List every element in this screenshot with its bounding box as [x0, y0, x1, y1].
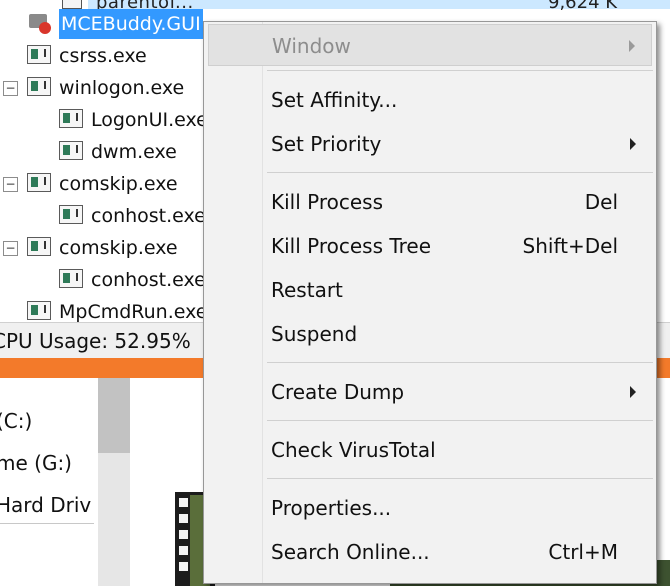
drive-label: (C:) — [0, 409, 33, 433]
menu-item-label: Search Online... — [271, 540, 430, 564]
process-name: csrss.exe — [59, 45, 147, 67]
menu-item-label: Restart — [271, 278, 343, 302]
menu-separator — [267, 172, 653, 173]
drive-item-hard-drive[interactable]: Hard Driv — [0, 487, 94, 524]
process-name: MpCmdRun.exe — [59, 301, 208, 322]
menu-item-shortcut: Del — [584, 190, 618, 214]
partial-process-name: parentof... — [96, 0, 194, 13]
process-name: comskip.exe — [59, 173, 178, 195]
process-name: winlogon.exe — [59, 77, 185, 99]
process-row-winlogon[interactable]: winlogon.exe — [59, 73, 184, 103]
menu-item-label: Suspend — [271, 322, 358, 346]
menu-item-kill-process-tree[interactable]: Kill Process Tree Shift+Del — [208, 225, 652, 267]
process-row-logonui[interactable]: LogonUI.exe — [91, 105, 208, 135]
submenu-arrow-icon — [629, 40, 635, 52]
drive-item-g[interactable]: me (G:) — [0, 445, 72, 481]
process-icon — [62, 0, 82, 9]
process-name: LogonUI.exe — [91, 109, 208, 131]
menu-item-label: Kill Process Tree — [271, 234, 432, 258]
drive-label: me (G:) — [0, 451, 72, 475]
menu-item-set-affinity[interactable]: Set Affinity... — [208, 79, 652, 121]
menu-item-check-virustotal[interactable]: Check VirusTotal — [208, 429, 652, 471]
vertical-scrollbar[interactable] — [98, 378, 130, 586]
menu-separator — [267, 70, 653, 71]
row-highlight-right — [388, 0, 670, 9]
cpu-usage-text: CPU Usage: 52.95% — [0, 329, 191, 353]
process-row-mcebuddy[interactable]: MCEBuddy.GUI — [59, 9, 203, 39]
scrollbar-thumb[interactable] — [98, 378, 130, 453]
process-row-dwm[interactable]: dwm.exe — [91, 137, 177, 167]
process-context-menu[interactable]: Window Set Affinity... Set Priority Kill… — [203, 21, 657, 584]
process-window-icon — [27, 173, 51, 192]
process-name: MCEBuddy.GUI — [59, 9, 203, 39]
process-row-comskip[interactable]: comskip.exe — [59, 169, 178, 199]
process-name: comskip.exe — [59, 237, 178, 259]
menu-separator — [267, 420, 653, 421]
menu-item-shortcut: Shift+Del — [522, 234, 618, 258]
collapse-toggle-icon[interactable]: − — [3, 241, 18, 256]
process-row-conhost[interactable]: conhost.exe — [91, 201, 206, 231]
process-window-icon — [59, 141, 83, 160]
process-name: dwm.exe — [91, 141, 177, 163]
process-window-icon — [27, 237, 51, 256]
menu-item-create-dump[interactable]: Create Dump — [208, 371, 652, 413]
process-name: conhost.exe — [91, 269, 206, 291]
drive-label: Hard Driv — [0, 493, 92, 517]
collapse-toggle-icon[interactable]: − — [3, 177, 18, 192]
menu-item-label: Window — [272, 34, 351, 58]
menu-item-restart[interactable]: Restart — [208, 269, 652, 311]
process-row-mpcmdrun[interactable]: MpCmdRun.exe — [59, 297, 207, 322]
menu-item-suspend[interactable]: Suspend — [208, 313, 652, 355]
process-window-icon — [59, 205, 83, 224]
menu-item-label: Check VirusTotal — [271, 438, 436, 462]
drive-item-c[interactable]: (C:) — [0, 403, 32, 439]
menu-item-label: Create Dump — [271, 380, 405, 404]
submenu-arrow-icon — [630, 386, 636, 398]
process-window-icon — [27, 45, 51, 64]
tree-top-partial-row[interactable]: parentof... 9,624 K — [0, 0, 670, 13]
menu-item-search-online[interactable]: Search Online... Ctrl+M — [208, 531, 652, 573]
menu-item-properties[interactable]: Properties... — [208, 487, 652, 529]
menu-separator — [267, 362, 653, 363]
menu-item-label: Kill Process — [271, 190, 384, 214]
process-window-icon — [59, 109, 83, 128]
process-row-comskip[interactable]: comskip.exe — [59, 233, 178, 263]
menu-item-kill-process[interactable]: Kill Process Del — [208, 181, 652, 223]
menu-item-label: Set Affinity... — [271, 88, 398, 112]
process-name: conhost.exe — [91, 205, 206, 227]
process-row-conhost[interactable]: conhost.exe — [91, 265, 206, 295]
collapse-toggle-icon[interactable]: − — [3, 81, 18, 96]
menu-item-window[interactable]: Window — [208, 24, 652, 66]
mcebuddy-app-icon — [27, 12, 53, 34]
submenu-arrow-icon — [630, 138, 636, 150]
menu-item-label: Set Priority — [271, 132, 382, 156]
process-window-icon — [27, 301, 51, 320]
partial-memory-value: 9,624 K — [548, 0, 618, 13]
process-window-icon — [59, 269, 83, 288]
menu-item-shortcut: Ctrl+M — [548, 540, 618, 564]
process-row-csrss[interactable]: csrss.exe — [59, 41, 147, 71]
process-window-icon — [27, 77, 51, 96]
menu-item-set-priority[interactable]: Set Priority — [208, 123, 652, 165]
menu-item-label: Properties... — [271, 496, 392, 520]
menu-separator — [267, 478, 653, 479]
